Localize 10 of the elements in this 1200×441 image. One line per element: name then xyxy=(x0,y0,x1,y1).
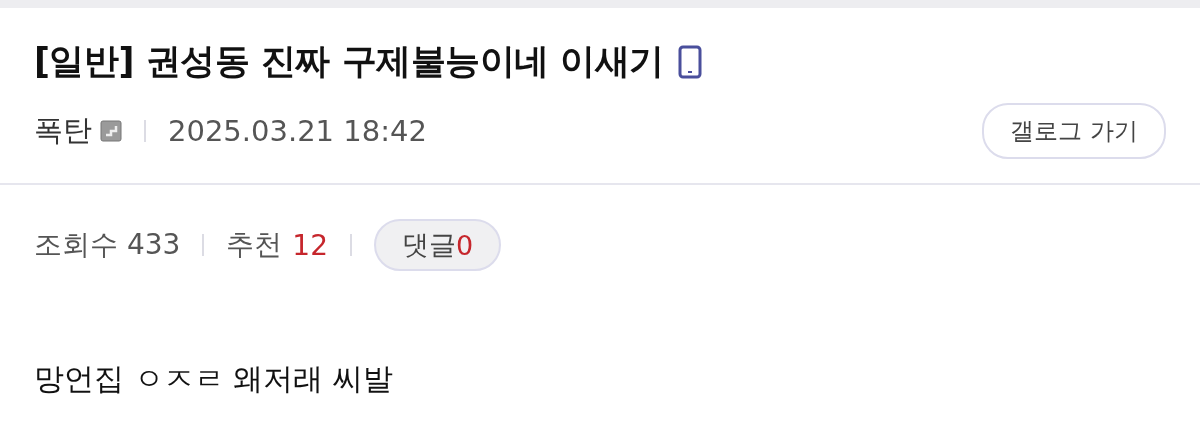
post-body: 망언집 ㅇㅈㄹ 왜저래 씨발 xyxy=(33,360,394,398)
post-date: 2025.03.21 18:42 xyxy=(168,114,427,148)
views-label: 조회수 433 xyxy=(34,227,181,263)
author-name[interactable]: 폭탄 xyxy=(34,111,92,151)
post-title: [일반] 권성동 진짜 구제불능이네 이새기 xyxy=(34,40,664,83)
recommend-label: 추천 xyxy=(226,227,283,263)
recommend-count: 12 xyxy=(292,228,328,262)
gallog-button[interactable]: 갤로그 가기 xyxy=(982,103,1166,159)
mobile-phone-icon xyxy=(677,44,702,79)
comments-button[interactable]: 댓글0 xyxy=(374,219,502,271)
